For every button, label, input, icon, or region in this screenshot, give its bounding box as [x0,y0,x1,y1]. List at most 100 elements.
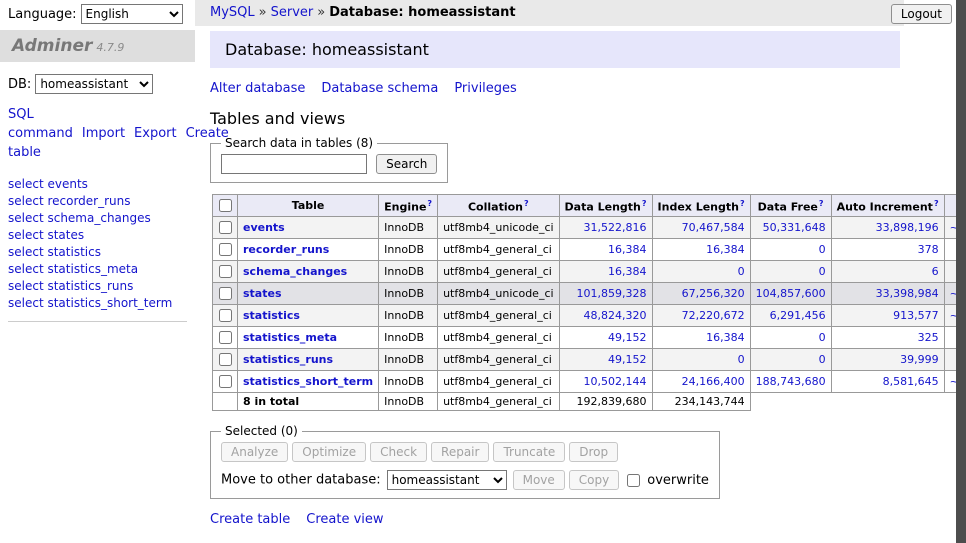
auto-increment-link[interactable]: 33,398,984 [876,287,939,300]
data-length-link[interactable]: 16,384 [608,265,647,278]
index-length-link[interactable]: 67,256,320 [682,287,745,300]
sidebar-table-link[interactable]: select recorder_runs [8,193,187,210]
auto-increment-link[interactable]: 8,581,645 [883,375,939,388]
row-checkbox[interactable] [219,221,232,234]
breadcrumb-link-server[interactable]: Server [271,5,314,20]
rows-count-cell: ~ 3 [944,261,956,283]
copy-button[interactable]: Copy [569,470,619,490]
data-length-link[interactable]: 16,384 [608,243,647,256]
move-database-select[interactable]: homeassistant [387,470,507,490]
auto-increment-link[interactable]: 378 [918,243,939,256]
index-length-link[interactable]: 70,467,584 [682,221,745,234]
row-checkbox-cell [213,327,238,349]
optimize-button[interactable]: Optimize [292,442,366,462]
check-button[interactable]: Check [370,442,427,462]
table-name-link[interactable]: statistics_meta [243,331,337,344]
auto-increment-link[interactable]: 33,898,196 [876,221,939,234]
data-free-link[interactable]: 104,857,600 [756,287,826,300]
data-length-link[interactable]: 48,824,320 [584,309,647,322]
table-name-link[interactable]: recorder_runs [243,243,329,256]
data-length-link[interactable]: 101,859,328 [577,287,647,300]
sidebar-table-link[interactable]: select schema_changes [8,210,187,227]
help-link[interactable]: ? [642,199,647,208]
sidebar-table-link[interactable]: select statistics_short_term [8,295,187,312]
data-length-link[interactable]: 49,152 [608,353,647,366]
export-link[interactable]: Export [134,126,177,141]
database-schema-link[interactable]: Database schema [321,81,438,96]
index-length-link[interactable]: 16,384 [706,243,745,256]
help-link[interactable]: ? [740,199,745,208]
row-checkbox[interactable] [219,243,232,256]
search-input[interactable] [221,154,367,174]
sidebar-table-link[interactable]: select states [8,227,187,244]
help-link[interactable]: ? [934,199,939,208]
row-checkbox[interactable] [219,331,232,344]
breadcrumb-link-mysql[interactable]: MySQL [210,5,255,20]
analyze-button[interactable]: Analyze [221,442,288,462]
auto-increment-link[interactable]: 325 [918,331,939,344]
language-select[interactable]: English [81,4,183,24]
table-name-link[interactable]: statistics_short_term [243,375,373,388]
table-name-link[interactable]: schema_changes [243,265,347,278]
data-free-link[interactable]: 6,291,456 [770,309,826,322]
move-row: Move to other database:homeassistantMove… [221,470,709,490]
collation-cell: utf8mb4_general_ci [438,261,559,283]
column-header-rows: Rows? [944,195,956,217]
privileges-link[interactable]: Privileges [454,81,517,96]
index-length-link[interactable]: 0 [738,265,745,278]
data-length-link[interactable]: 49,152 [608,331,647,344]
data-free-cell: 0 [750,349,831,371]
data-free-link[interactable]: 50,331,648 [763,221,826,234]
data-free-link[interactable]: 0 [819,265,826,278]
data-free-link[interactable]: 0 [819,331,826,344]
table-name-link[interactable]: statistics [243,309,300,322]
app-version: 4.7.9 [96,41,124,54]
table-name-link[interactable]: states [243,287,282,300]
auto-increment-link[interactable]: 39,999 [900,353,939,366]
alter-database-link[interactable]: Alter database [210,81,305,96]
index-length-link[interactable]: 0 [738,353,745,366]
sidebar-table-link[interactable]: select statistics [8,244,187,261]
search-button[interactable]: Search [376,154,437,174]
db-select[interactable]: homeassistant [35,74,153,94]
auto-increment-link[interactable]: 6 [932,265,939,278]
sidebar-table-link[interactable]: select statistics_meta [8,261,187,278]
vertical-scrollbar[interactable] [956,0,966,543]
rows-count-cell: ~ 628 [944,349,956,371]
index-length-link[interactable]: 24,166,400 [682,375,745,388]
table-name-link[interactable]: statistics_runs [243,353,333,366]
auto-increment-link[interactable]: 913,577 [893,309,939,322]
help-link[interactable]: ? [524,199,529,208]
create-view-link[interactable]: Create view [306,512,383,527]
sidebar-table-link[interactable]: select statistics_runs [8,278,187,295]
truncate-button[interactable]: Truncate [493,442,565,462]
move-button[interactable]: Move [513,470,565,490]
select-all-checkbox[interactable] [219,199,232,212]
sql-command-link[interactable]: SQL command [8,107,73,141]
table-name-link[interactable]: events [243,221,285,234]
logout-button[interactable]: Logout [891,4,952,24]
row-checkbox[interactable] [219,309,232,322]
row-checkbox[interactable] [219,375,232,388]
repair-button[interactable]: Repair [431,442,489,462]
drop-button[interactable]: Drop [569,442,618,462]
index-length-link[interactable]: 16,384 [706,331,745,344]
overwrite-checkbox[interactable] [627,474,640,487]
row-checkbox[interactable] [219,353,232,366]
create-table-link-main[interactable]: Create table [210,512,290,527]
sidebar-table-link[interactable]: select events [8,176,187,193]
index-length-link[interactable]: 72,220,672 [682,309,745,322]
total-collation: utf8mb4_general_ci [438,393,559,411]
help-link[interactable]: ? [819,199,824,208]
help-link[interactable]: ? [427,199,432,208]
row-checkbox[interactable] [219,265,232,278]
table-row: recorder_runsInnoDButf8mb4_general_ci16,… [213,239,957,261]
import-link[interactable]: Import [82,126,125,141]
data-length-link[interactable]: 31,522,816 [584,221,647,234]
data-free-link[interactable]: 188,743,680 [756,375,826,388]
data-length-link[interactable]: 10,502,144 [584,375,647,388]
data-free-link[interactable]: 0 [819,243,826,256]
overwrite-label[interactable]: overwrite [647,473,709,488]
row-checkbox[interactable] [219,287,232,300]
data-free-link[interactable]: 0 [819,353,826,366]
